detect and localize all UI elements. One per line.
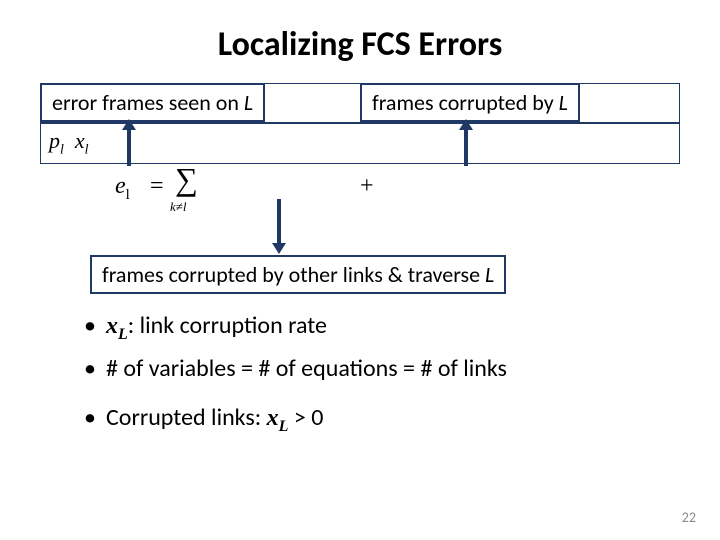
bullet-text: Corrupted links: xyxy=(106,403,267,432)
var-x: x xyxy=(106,313,118,339)
label-text: error frames seen on xyxy=(52,89,244,116)
slide-title: Localizing FCS Errors xyxy=(36,24,684,65)
arrow-down xyxy=(272,199,286,254)
label-var: L xyxy=(244,89,253,116)
label-box-corrupted-by-L: frames corrupted by L xyxy=(360,83,580,122)
eq-term2-box: pl xl xyxy=(40,123,680,163)
label-text: frames corrupted by other links & traver… xyxy=(102,261,485,288)
eq-plus: + xyxy=(360,173,374,200)
label-var: L xyxy=(559,89,568,116)
eq-sigma: ∑ xyxy=(175,161,198,198)
bullet-3: Corrupted links: xL > 0 xyxy=(84,403,684,436)
page-number: 22 xyxy=(682,509,696,526)
arrow-up-left xyxy=(122,119,136,166)
slide: Localizing FCS Errors error frames seen … xyxy=(0,0,720,540)
var-x: x xyxy=(267,405,279,431)
eq-lhs: el xyxy=(115,173,130,204)
arrow-up-right xyxy=(459,119,473,166)
bullet-1: xL: link corruption rate xyxy=(84,311,684,344)
label-text: frames corrupted by xyxy=(372,89,559,116)
label-box-corrupted-other: frames corrupted by other links & traver… xyxy=(90,255,506,294)
bullet-2: # of variables = # of equations = # of l… xyxy=(84,354,684,383)
eq-equals: = xyxy=(150,173,164,200)
var-sub: L xyxy=(118,326,128,343)
eq-sigma-index: k≠l xyxy=(170,199,187,215)
bullet-text: > 0 xyxy=(288,403,323,432)
bullet-text: : link corruption rate xyxy=(128,311,327,340)
var-sub: L xyxy=(279,418,289,435)
label-box-error-frames: error frames seen on L xyxy=(40,83,265,122)
bullet-list: xL: link corruption rate # of variables … xyxy=(36,311,684,436)
label-var: L xyxy=(485,261,494,288)
diagram: error frames seen on L frames corrupted … xyxy=(40,83,680,293)
